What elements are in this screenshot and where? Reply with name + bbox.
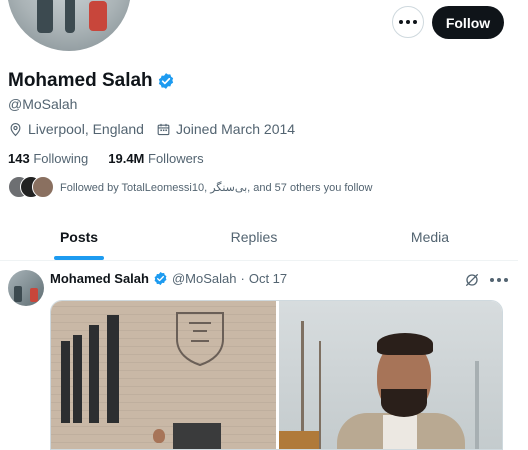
avatar [32,176,54,198]
window [61,341,70,423]
profile-stats: 143 Following 19.4M Followers [8,151,204,166]
post-author-avatar[interactable] [8,270,44,306]
calendar-icon [157,123,170,135]
post-author-name[interactable]: Mohamed Salah [50,271,149,286]
grok-icon[interactable] [464,272,480,288]
joined-item: Joined March 2014 [156,121,295,137]
verified-badge-icon[interactable] [153,271,168,286]
post-separator: · [240,271,245,286]
followed-by-row[interactable]: Followed by TotalLeomessi10, بی‌سنگر, an… [8,176,373,198]
avatar-figure [89,1,107,31]
window [73,335,82,423]
display-name: Mohamed Salah [8,70,153,91]
tab-posts[interactable]: Posts [0,214,158,260]
avatar-figure [65,0,75,33]
hair [377,333,433,355]
follow-button[interactable]: Follow [432,6,504,39]
door [173,423,221,449]
location-item: Liverpool, England [8,121,144,137]
window [107,315,119,423]
followed-by-text: Followed by TotalLeomessi10, بی‌سنگر, an… [60,181,373,194]
post-date[interactable]: Oct 17 [249,271,287,286]
more-button[interactable] [392,6,424,38]
tree [319,341,321,449]
media-image-portrait[interactable] [279,301,502,449]
shirt [383,415,417,449]
followers-link[interactable]: 19.4M Followers [108,151,203,166]
followers-count: 19.4M [108,151,145,166]
verified-badge-icon[interactable] [157,72,175,90]
joined-text: Joined March 2014 [175,121,296,137]
profile-avatar[interactable] [4,0,134,54]
profile-meta: Liverpool, England Joined March 2014 [8,121,307,137]
profile-name-row: Mohamed Salah [8,70,175,92]
following-count: 143 [8,151,30,166]
profile-tabs: Posts Replies Media [0,214,518,261]
profile-handle: @MoSalah [8,96,78,112]
following-link[interactable]: 143 Following [8,151,88,166]
post-media[interactable] [50,300,503,450]
foliage [279,431,319,449]
post-actions [464,272,508,288]
avatar-figure [37,0,53,33]
followers-you-know-avatars [8,176,54,198]
beard [381,389,427,417]
person [153,429,165,443]
active-tab-indicator [54,256,104,260]
post-author-handle[interactable]: @MoSalah [172,271,237,286]
following-label: Following [33,151,89,166]
window [89,325,99,423]
followers-label: Followers [148,151,204,166]
media-image-building[interactable] [51,301,276,449]
lamp-post [475,361,479,449]
post-header: Mohamed Salah @MoSalah · Oct 17 [50,271,287,286]
tab-replies[interactable]: Replies [184,214,324,260]
more-icon[interactable] [490,278,508,282]
tab-media[interactable]: Media [360,214,500,260]
club-crest-icon [176,312,224,367]
more-icon [399,20,417,24]
location-icon [10,122,21,136]
location-text: Liverpool, England [28,121,144,137]
